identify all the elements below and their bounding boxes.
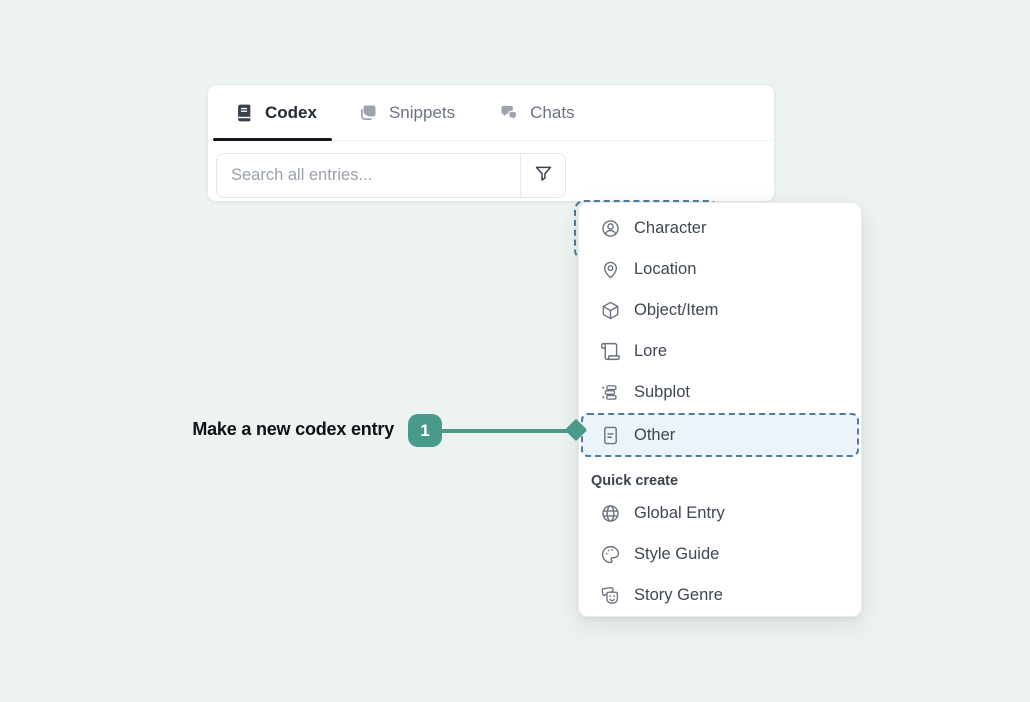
scroll-icon <box>600 341 621 362</box>
snippets-icon <box>358 103 378 123</box>
tab-snippets[interactable]: Snippets <box>358 85 455 140</box>
filter-button[interactable] <box>520 154 565 197</box>
cube-icon <box>600 300 621 321</box>
user-circle-icon <box>600 218 621 239</box>
toolbar: New Entry <box>208 141 774 201</box>
menu-item-label: Other <box>634 426 675 445</box>
menu-item-label: Style Guide <box>634 545 719 564</box>
tab-codex[interactable]: Codex <box>208 85 332 140</box>
menu-item-label: Story Genre <box>634 586 723 605</box>
chats-icon <box>499 103 519 123</box>
map-pin-icon <box>600 259 621 280</box>
tab-bar: Codex Snippets Chats <box>208 85 774 141</box>
theater-masks-icon <box>600 585 621 606</box>
tab-codex-label: Codex <box>265 103 317 123</box>
menu-item-object-item[interactable]: Object/Item <box>579 290 861 331</box>
annotation-connector-line <box>441 429 574 433</box>
codex-panel: Codex Snippets Chats <box>207 84 775 202</box>
menu-item-lore[interactable]: Lore <box>579 331 861 372</box>
menu-item-label: Character <box>634 219 706 238</box>
menu-item-location[interactable]: Location <box>579 249 861 290</box>
menu-item-label: Subplot <box>634 383 690 402</box>
menu-item-character[interactable]: Character <box>579 208 861 249</box>
search-input[interactable] <box>217 154 520 197</box>
menu-item-other[interactable]: Other <box>581 413 859 457</box>
search-group <box>216 153 566 198</box>
book-icon <box>234 103 254 123</box>
filter-icon <box>533 163 554 189</box>
menu-item-subplot[interactable]: Subplot <box>579 372 861 413</box>
menu-item-label: Object/Item <box>634 301 718 320</box>
menu-item-label: Global Entry <box>634 504 725 523</box>
document-icon <box>600 425 621 446</box>
menu-item-label: Location <box>634 260 696 279</box>
annotation-label: Make a new codex entry <box>150 419 394 440</box>
palette-icon <box>600 544 621 565</box>
menu-item-label: Lore <box>634 342 667 361</box>
new-entry-dropdown: Character Location Object/Item <box>578 202 862 617</box>
annotation-step-badge: 1 <box>408 414 442 447</box>
page: Codex Snippets Chats <box>0 0 1030 702</box>
menu-item-global-entry[interactable]: Global Entry <box>579 493 861 534</box>
tab-snippets-label: Snippets <box>389 103 455 123</box>
subplot-list-icon <box>600 382 621 403</box>
tab-chats-label: Chats <box>530 103 574 123</box>
menu-item-story-genre[interactable]: Story Genre <box>579 575 861 616</box>
tab-chats[interactable]: Chats <box>499 85 574 140</box>
globe-icon <box>600 503 621 524</box>
menu-item-style-guide[interactable]: Style Guide <box>579 534 861 575</box>
quick-create-header: Quick create <box>579 469 861 493</box>
